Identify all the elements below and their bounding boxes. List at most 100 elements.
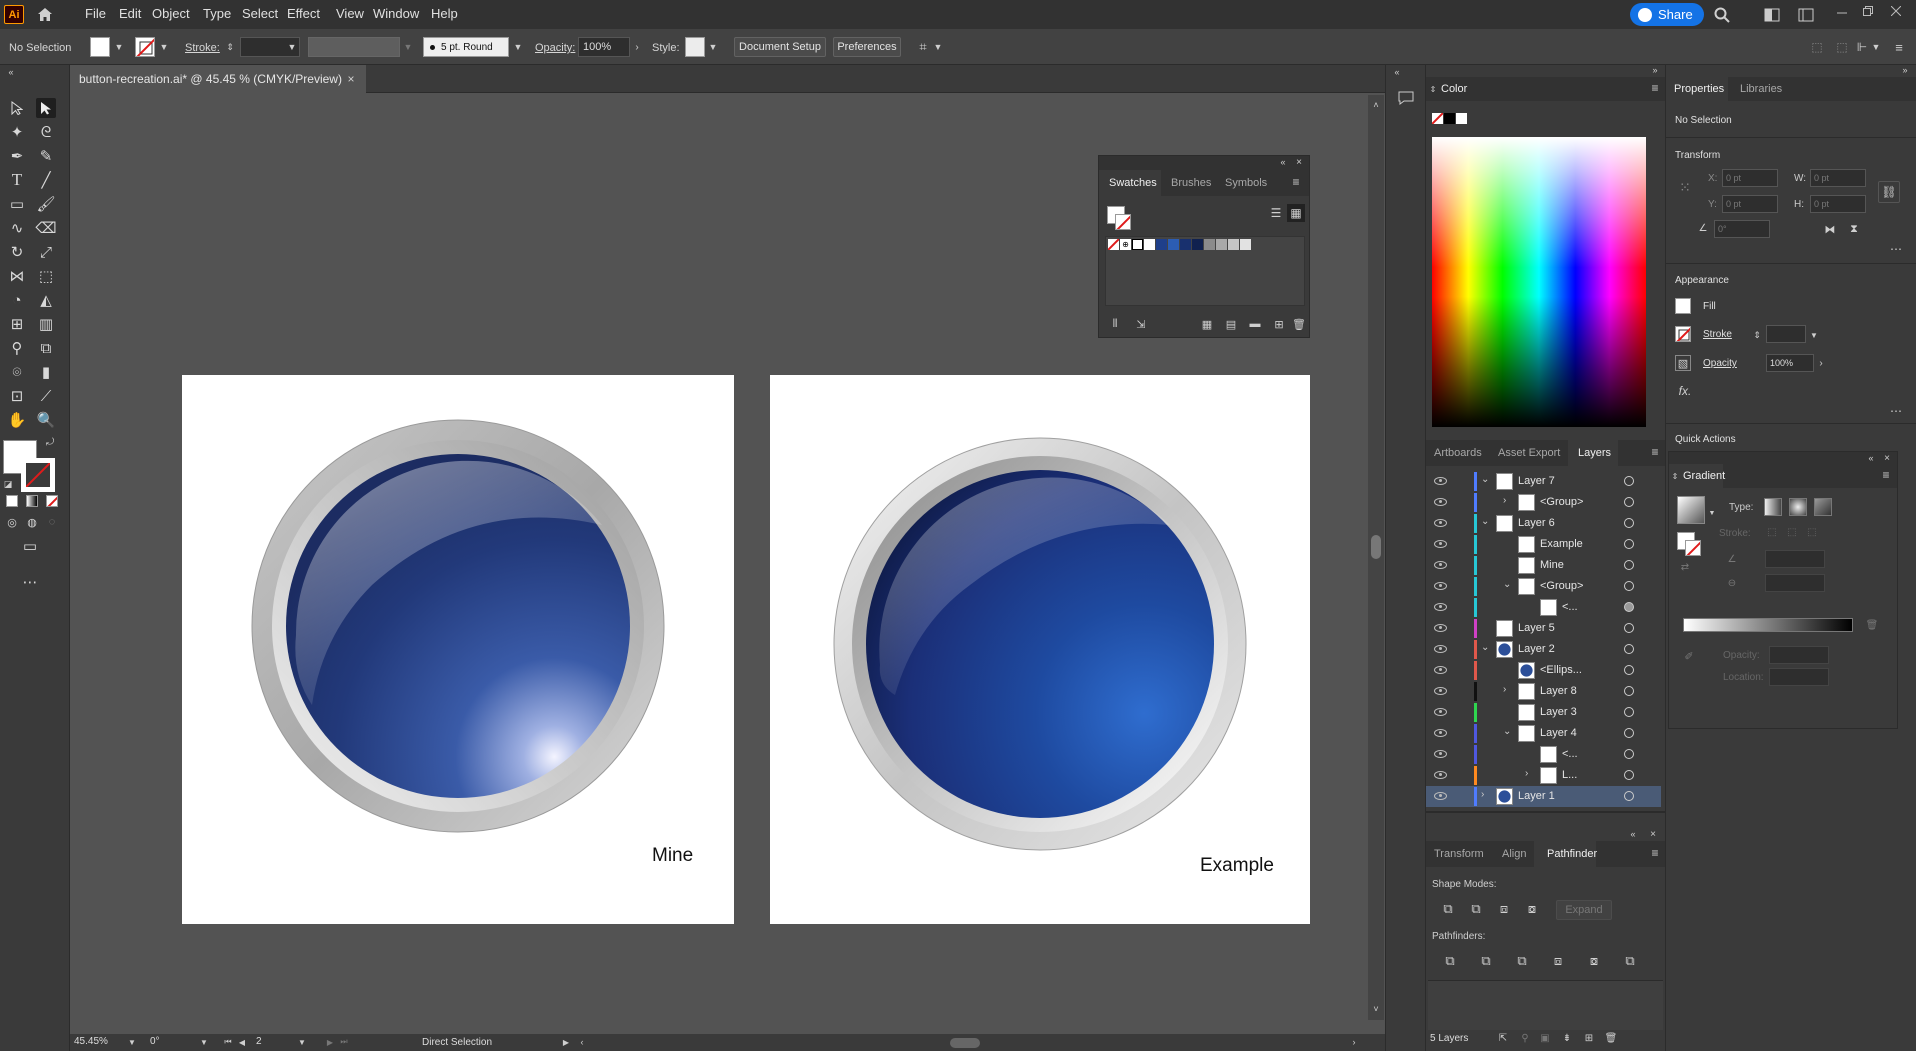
restore-icon[interactable] [1859, 2, 1877, 20]
place-swatch-icon[interactable]: ⇲ [1133, 316, 1149, 332]
target-circle-icon[interactable] [1624, 707, 1634, 717]
stroke-color-box[interactable] [21, 458, 55, 492]
intersect-icon[interactable]: ⧈ [1494, 899, 1514, 919]
link-icon[interactable]: ⛓ [1878, 181, 1900, 203]
tab-artboards[interactable]: Artboards [1434, 447, 1482, 459]
target-circle-icon[interactable] [1624, 665, 1634, 675]
blend-tool-icon[interactable]: ⧉ [36, 338, 56, 358]
paintbrush-tool-icon[interactable]: 🖌 [36, 194, 56, 214]
menu-edit[interactable]: Edit [119, 6, 141, 21]
h-field[interactable]: 0 pt [1810, 195, 1866, 213]
layer-row[interactable]: <Ellips... [1426, 660, 1661, 681]
gradient-mode-button[interactable] [26, 495, 38, 507]
menu-window[interactable]: Window [373, 6, 419, 21]
visibility-eye-icon[interactable] [1434, 477, 1447, 485]
target-circle-icon[interactable] [1624, 518, 1634, 528]
default-fill-stroke-icon[interactable]: ◪ [2, 478, 14, 490]
swatch-color[interactable] [1216, 239, 1227, 250]
visibility-eye-icon[interactable] [1434, 498, 1447, 506]
target-circle-icon[interactable] [1624, 539, 1634, 549]
color-none-swatch[interactable] [1432, 113, 1443, 124]
target-circle-icon[interactable] [1624, 497, 1634, 507]
rotate-tool-icon[interactable]: ↻ [7, 242, 27, 262]
grid-view-icon[interactable]: ▦ [1287, 204, 1305, 222]
zoom-field[interactable]: 45.45% [74, 1036, 130, 1050]
swatch-options-icon[interactable]: ▤ [1223, 316, 1239, 332]
chevron-right-icon[interactable]: › [1503, 495, 1506, 506]
minimize-icon[interactable] [1833, 2, 1851, 20]
chevron-right-icon[interactable]: › [1481, 789, 1484, 800]
shaper-tool-icon[interactable]: ∿ [7, 218, 27, 238]
selection-tool-icon[interactable] [7, 98, 27, 118]
panel-menu-icon[interactable]: ≡ [1289, 175, 1303, 189]
layer-row[interactable]: › Layer 1 [1426, 786, 1661, 807]
swatch-white[interactable] [1132, 239, 1143, 250]
layer-row[interactable]: ⌄ Layer 7 [1426, 471, 1661, 492]
variable-width-profile[interactable] [308, 37, 400, 57]
swatch-libraries-icon[interactable]: ⫴ [1107, 316, 1123, 332]
menu-file[interactable]: File [85, 6, 106, 21]
fill-swatch[interactable] [90, 37, 110, 57]
unite-icon[interactable]: ⧉ [1438, 899, 1458, 919]
eyedropper-tool-icon[interactable]: ⚲ [7, 338, 27, 358]
artboard-number-field[interactable]: 2 [256, 1036, 262, 1047]
panel-menu-icon[interactable]: ≡ [1890, 38, 1908, 56]
tab-swatches[interactable]: Swatches [1109, 177, 1157, 189]
chevron-down-icon[interactable]: ▼ [402, 41, 414, 53]
draw-mode-icon[interactable]: ◎ [2, 512, 22, 532]
target-circle-icon[interactable] [1624, 623, 1634, 633]
reference-point-icon[interactable]: ⁙ [1675, 177, 1695, 197]
draw-inside-icon[interactable]: ◌ [42, 512, 62, 532]
layer-row[interactable]: › <Group> [1426, 492, 1661, 513]
visibility-eye-icon[interactable] [1434, 750, 1447, 758]
chevron-right-icon[interactable]: › [631, 41, 643, 53]
close-panel-icon[interactable]: × [1881, 452, 1893, 464]
line-tool-icon[interactable]: ╱ [36, 170, 56, 190]
workspace-switcher-icon[interactable] [1796, 5, 1816, 25]
layer-row[interactable]: Mine [1426, 555, 1661, 576]
target-circle-icon[interactable] [1624, 686, 1634, 696]
none-mode-button[interactable] [46, 495, 58, 507]
appearance-fill-swatch[interactable] [1675, 298, 1691, 314]
lasso-tool-icon[interactable]: ᘓ [36, 122, 56, 142]
gradient-aspect-field[interactable] [1765, 574, 1825, 592]
layer-row[interactable]: › Layer 8 [1426, 681, 1661, 702]
target-circle-icon[interactable] [1624, 476, 1634, 486]
first-artboard-icon[interactable]: ⏮ [222, 1036, 234, 1048]
fx-icon[interactable]: fx. [1675, 383, 1695, 399]
visibility-eye-icon[interactable] [1434, 792, 1447, 800]
gradient-opacity-field[interactable] [1769, 646, 1829, 664]
more-options-icon[interactable]: ⋯ [1888, 242, 1904, 256]
scroll-thumb[interactable] [1371, 535, 1381, 559]
target-circle-icon[interactable] [1624, 749, 1634, 759]
clipping-mask-icon[interactable]: ▣ [1538, 1031, 1552, 1045]
zoom-tool-icon[interactable]: 🔍 [36, 410, 56, 430]
swatch-registration[interactable]: ⊕ [1120, 239, 1131, 250]
minus-back-icon[interactable]: ⧉ [1620, 951, 1640, 971]
collapse-panel-icon[interactable]: « [1277, 156, 1289, 168]
visibility-eye-icon[interactable] [1434, 645, 1447, 653]
chevron-right-icon[interactable]: › [1525, 768, 1528, 779]
swatch-color[interactable] [1240, 239, 1251, 250]
gradient-preview[interactable] [1677, 496, 1705, 524]
swatch-color[interactable] [1228, 239, 1239, 250]
collapse-arrows-icon[interactable]: « [1390, 67, 1404, 77]
target-circle-icon[interactable] [1624, 791, 1634, 801]
y-field[interactable]: 0 pt [1722, 195, 1778, 213]
collapse-panel-icon[interactable]: « [1865, 452, 1877, 464]
layer-row[interactable]: ⌄ Layer 4 [1426, 723, 1661, 744]
tab-layers[interactable]: Layers [1578, 447, 1611, 459]
stroke-swatch[interactable] [135, 37, 155, 57]
chevron-down-icon[interactable]: ▼ [296, 1036, 308, 1048]
panel-menu-icon[interactable]: ≡ [1648, 81, 1662, 95]
direct-selection-tool-icon[interactable] [36, 98, 56, 118]
layer-row[interactable]: ⌄ <Group> [1426, 576, 1661, 597]
close-tab-icon[interactable]: × [344, 72, 358, 86]
color-white-swatch[interactable] [1456, 113, 1467, 124]
visibility-eye-icon[interactable] [1434, 729, 1447, 737]
eraser-tool-icon[interactable]: ⌫ [35, 218, 56, 238]
visibility-eye-icon[interactable] [1434, 582, 1447, 590]
tab-libraries[interactable]: Libraries [1740, 83, 1782, 95]
new-group-icon[interactable]: ▬ [1247, 316, 1263, 332]
chevron-down-icon[interactable]: ⌄ [1503, 726, 1511, 737]
